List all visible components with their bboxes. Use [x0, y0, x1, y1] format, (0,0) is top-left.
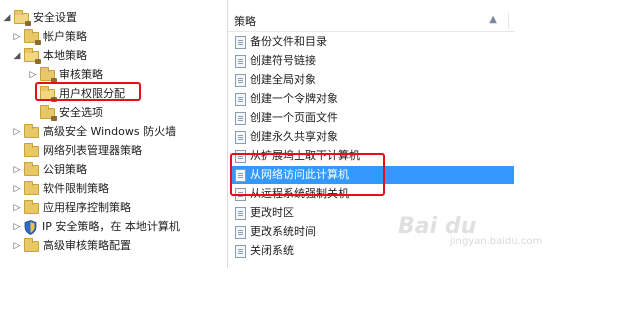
- policy-row[interactable]: 创建全局对象: [232, 71, 514, 89]
- tree-item-label: 高级审核策略配置: [43, 239, 131, 252]
- policy-label: 创建一个页面文件: [250, 111, 338, 124]
- policy-icon: [235, 35, 246, 49]
- policy-label: 创建永久共享对象: [250, 130, 338, 143]
- expand-arrow-icon[interactable]: ▷: [12, 127, 22, 137]
- policy-icon: [235, 244, 246, 258]
- expand-arrow-icon[interactable]: ▷: [12, 241, 22, 251]
- policy-icon: [235, 206, 246, 220]
- tree-item-label: 网络列表管理器策略: [43, 144, 142, 157]
- policy-row[interactable]: 创建一个页面文件: [232, 109, 514, 127]
- policy-row[interactable]: 创建一个令牌对象: [232, 90, 514, 108]
- folder-lock-icon: [24, 47, 41, 64]
- policy-icon: [235, 54, 246, 68]
- policy-label: 备份文件和目录: [250, 35, 327, 48]
- tree-item-windows-firewall[interactable]: ▷ 高级安全 Windows 防火墙: [12, 123, 176, 141]
- expand-arrow-icon[interactable]: ▷: [12, 165, 22, 175]
- tree-item-account-policies[interactable]: ▷ 帐户策略: [12, 28, 87, 46]
- folder-icon: [24, 180, 39, 195]
- tree-item-app-control[interactable]: ▷ 应用程序控制策略: [12, 199, 131, 217]
- policy-row[interactable]: 创建符号链接: [232, 52, 514, 70]
- console-tree: ◢ 安全设置 ▷ 帐户策略 ◢ 本地策略 ▷ 审核策略 用户权限分配 安全选项 …: [0, 0, 226, 268]
- folder-icon: [24, 199, 39, 214]
- tree-item-label: IP 安全策略，在 本地计算机: [42, 220, 180, 233]
- tree-item-advanced-audit[interactable]: ▷ 高级审核策略配置: [12, 237, 131, 255]
- policy-icon: [235, 111, 246, 125]
- policy-label: 创建一个令牌对象: [250, 92, 338, 105]
- tree-item-network-list-manager[interactable]: 网络列表管理器策略: [12, 142, 142, 160]
- policy-label: 创建全局对象: [250, 73, 316, 86]
- policy-icon: [235, 225, 246, 239]
- folder-lock-icon: [40, 66, 57, 83]
- expand-arrow-icon[interactable]: ▷: [28, 70, 38, 80]
- folder-icon: [24, 237, 39, 252]
- expand-arrow-icon[interactable]: ▷: [12, 203, 22, 213]
- tree-item-ip-security[interactable]: ▷ IP 安全策略，在 本地计算机: [12, 218, 180, 236]
- highlight-box-user-rights: [35, 82, 141, 101]
- expand-arrow-icon[interactable]: ▷: [12, 222, 22, 232]
- folder-icon: [24, 142, 39, 157]
- policy-label: 更改系统时间: [250, 225, 316, 238]
- column-header-label: 策略: [234, 15, 256, 28]
- watermark-subtext: jingyan.baidu.com: [450, 236, 543, 247]
- policy-icon: [235, 73, 246, 87]
- tree-item-label: 安全选项: [59, 106, 103, 119]
- column-header-policy[interactable]: 策略 ▲: [228, 10, 515, 32]
- policy-icon: [235, 92, 246, 106]
- tree-item-software-restriction[interactable]: ▷ 软件限制策略: [12, 180, 109, 198]
- policy-label: 创建符号链接: [250, 54, 316, 67]
- tree-item-label: 本地策略: [43, 49, 87, 62]
- expand-arrow-icon[interactable]: ▷: [12, 32, 22, 42]
- folder-icon: [24, 123, 39, 138]
- expand-arrow-icon[interactable]: ▷: [12, 184, 22, 194]
- tree-item-label: 公钥策略: [43, 163, 87, 176]
- tree-item-security-options[interactable]: 安全选项: [28, 104, 103, 122]
- sort-arrow-icon: ▲: [489, 14, 497, 25]
- collapse-arrow-icon[interactable]: ◢: [12, 51, 22, 61]
- highlight-box-network-access: [230, 153, 385, 196]
- folder-lock-icon: [24, 28, 41, 45]
- tree-item-local-policies[interactable]: ◢ 本地策略: [12, 47, 87, 65]
- collapse-arrow-icon[interactable]: ◢: [2, 13, 12, 23]
- policy-label: 关闭系统: [250, 244, 294, 257]
- tree-item-label: 帐户策略: [43, 30, 87, 43]
- policy-row[interactable]: 创建永久共享对象: [232, 128, 514, 146]
- shield-icon: [24, 219, 37, 235]
- tree-item-label: 安全设置: [33, 11, 77, 24]
- tree-item-public-key-policies[interactable]: ▷ 公钥策略: [12, 161, 87, 179]
- tree-item-label: 高级安全 Windows 防火墙: [43, 125, 177, 138]
- policy-label: 更改时区: [250, 206, 294, 219]
- folder-lock-icon: [14, 9, 31, 26]
- column-separator[interactable]: [508, 12, 509, 29]
- policy-icon: [235, 130, 246, 144]
- folder-lock-icon: [40, 104, 57, 121]
- policy-row[interactable]: 备份文件和目录: [232, 33, 514, 51]
- tree-item-label: 应用程序控制策略: [43, 201, 131, 214]
- tree-item-security-settings[interactable]: ◢ 安全设置: [2, 9, 77, 27]
- folder-icon: [24, 161, 39, 176]
- tree-item-label: 软件限制策略: [43, 182, 109, 195]
